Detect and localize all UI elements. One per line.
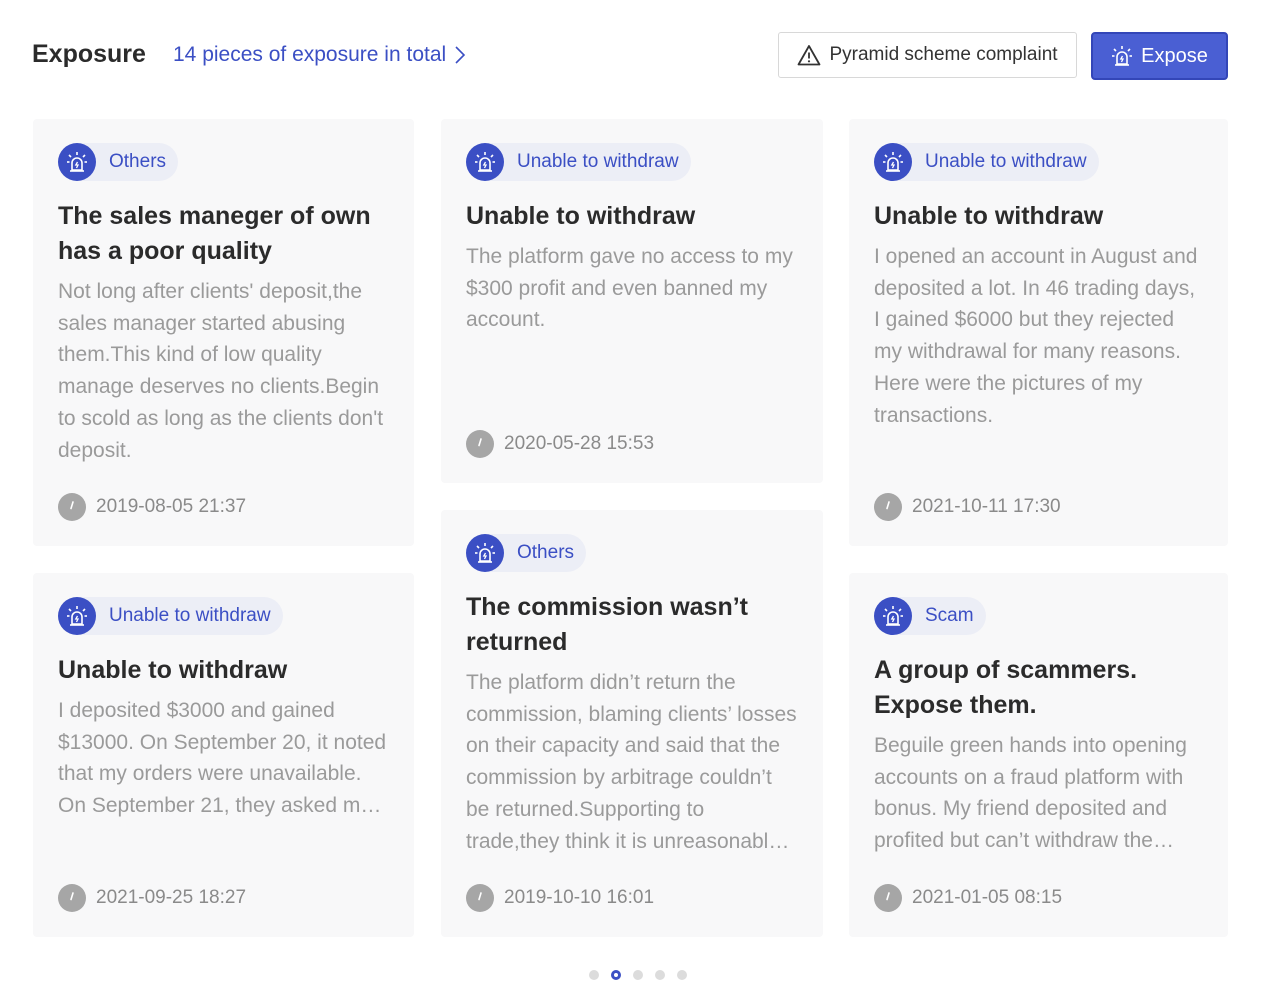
carousel-pagination (589, 970, 699, 980)
card-date: 2019-10-10 16:01 (466, 884, 654, 912)
card-body: The platform didn’t return the commissio… (466, 671, 797, 853)
card-body: I deposited $3000 and gained $13000. On … (58, 699, 387, 818)
card-date: 2021-09-25 18:27 (58, 884, 246, 912)
alarm-siren-icon (874, 597, 912, 635)
card-body: Beguile green hands into opening account… (874, 734, 1187, 853)
pagination-dot[interactable] (655, 970, 665, 980)
card-body: The platform gave no access to my $300 p… (466, 245, 793, 332)
pagination-dot-active[interactable] (611, 970, 621, 980)
expose-button[interactable]: Expose (1091, 32, 1228, 80)
category-tag-label: Unable to withdraw (517, 151, 679, 172)
category-tag-label: Others (517, 542, 575, 563)
clock-icon (466, 430, 494, 458)
card-date-text: 2021-01-05 08:15 (912, 887, 1063, 908)
category-tag: Scam (874, 597, 986, 635)
category-tag-label: Others (109, 151, 167, 172)
complaint-button-label: Pyramid scheme complaint (829, 44, 1058, 65)
alarm-siren-icon (466, 534, 504, 572)
clock-icon (58, 884, 86, 912)
card-date: 2020-05-28 15:53 (466, 430, 654, 458)
category-tag: Unable to withdraw (874, 143, 1099, 181)
chevron-right-icon (455, 46, 466, 64)
exposure-card[interactable]: Others The sales maneger of own has a po… (33, 119, 414, 546)
card-date-text: 2019-08-05 21:37 (96, 496, 247, 517)
alarm-siren-icon (58, 143, 96, 181)
alarm-siren-icon (1112, 46, 1133, 66)
card-body: I opened an account in August and deposi… (874, 245, 1198, 427)
category-tag-label: Scam (925, 605, 974, 626)
page-title: Exposure (32, 40, 146, 68)
card-body: Not long after clients' deposit,the sale… (58, 280, 384, 462)
exposure-header: Exposure 14 pieces of exposure in total … (0, 0, 1269, 110)
total-exposure-link[interactable]: 14 pieces of exposure in total (173, 43, 466, 67)
clock-icon (874, 884, 902, 912)
card-title: Unable to withdraw (58, 656, 288, 684)
pyramid-scheme-complaint-button[interactable]: Pyramid scheme complaint (778, 32, 1077, 78)
warning-triangle-icon (798, 45, 821, 66)
pagination-dot[interactable] (677, 970, 687, 980)
expose-button-label: Expose (1141, 44, 1208, 67)
pagination-dot[interactable] (633, 970, 643, 980)
exposure-card[interactable]: Unable to withdraw Unable to withdraw Th… (441, 119, 823, 483)
category-tag: Others (58, 143, 179, 181)
card-date: 2021-10-11 17:30 (874, 493, 1061, 521)
total-exposure-label: 14 pieces of exposure in total (173, 43, 447, 66)
card-title: A group of scammers. Expose them. (874, 656, 1138, 719)
category-tag: Unable to withdraw (58, 597, 283, 635)
card-date-text: 2021-10-11 17:30 (912, 496, 1061, 517)
card-date-text: 2020-05-28 15:53 (504, 433, 655, 454)
card-title: The commission wasn’t returned (466, 593, 749, 656)
category-tag-label: Unable to withdraw (925, 151, 1087, 172)
pagination-dot[interactable] (589, 970, 599, 980)
alarm-siren-icon (466, 143, 504, 181)
category-tag: Others (466, 534, 587, 572)
clock-icon (874, 493, 902, 521)
alarm-siren-icon (874, 143, 912, 181)
card-date: 2021-01-05 08:15 (874, 884, 1062, 912)
clock-icon (466, 884, 494, 912)
exposure-card[interactable]: Unable to withdraw Unable to withdraw I … (33, 573, 414, 937)
card-title: Unable to withdraw (466, 202, 696, 230)
card-date: 2019-08-05 21:37 (58, 493, 246, 521)
card-title: The sales maneger of own has a poor qual… (58, 202, 371, 265)
card-title: Unable to withdraw (874, 202, 1104, 230)
exposure-card[interactable]: Unable to withdraw Unable to withdraw I … (849, 119, 1228, 546)
category-tag: Unable to withdraw (466, 143, 691, 181)
clock-icon (58, 493, 86, 521)
exposure-card[interactable]: Others The commission wasn’t returned Th… (441, 510, 823, 937)
exposure-card[interactable]: Scam A group of scammers. Expose them. B… (849, 573, 1228, 937)
card-date-text: 2021-09-25 18:27 (96, 887, 247, 908)
alarm-siren-icon (58, 597, 96, 635)
card-date-text: 2019-10-10 16:01 (504, 887, 655, 908)
category-tag-label: Unable to withdraw (109, 605, 271, 626)
